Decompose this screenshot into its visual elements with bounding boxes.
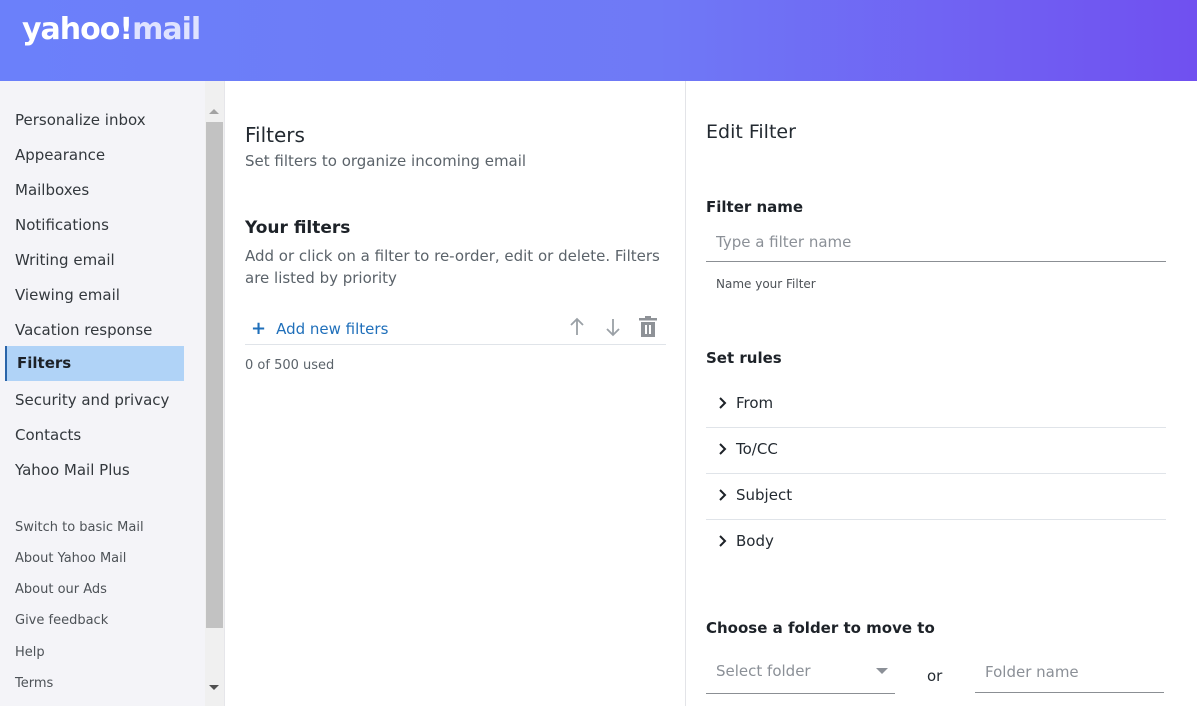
link-switch-basic-mail[interactable]: Switch to basic Mail bbox=[15, 519, 144, 537]
sidebar-item-filters[interactable]: Filters bbox=[5, 346, 184, 381]
sidebar-item-vacation-response[interactable]: Vacation response bbox=[5, 313, 184, 348]
rule-to-cc[interactable]: To/CC bbox=[706, 428, 1166, 474]
sidebar-item-personalize-inbox[interactable]: Personalize inbox bbox=[5, 103, 184, 138]
rule-body[interactable]: Body bbox=[706, 520, 1166, 566]
settings-sidebar: Personalize inbox Appearance Mailboxes N… bbox=[0, 81, 205, 706]
logo-yahoo-text: yahoo! bbox=[22, 12, 133, 47]
rule-from-label: From bbox=[736, 394, 774, 412]
chevron-right-icon bbox=[719, 489, 727, 501]
or-separator: or bbox=[927, 667, 943, 685]
plus-icon: + bbox=[251, 318, 267, 339]
scroll-up-arrow-icon[interactable] bbox=[209, 109, 219, 114]
chevron-right-icon bbox=[719, 535, 727, 547]
filters-subtitle: Set filters to organize incoming email bbox=[245, 152, 527, 170]
sidebar-item-viewing-email[interactable]: Viewing email bbox=[5, 278, 184, 313]
filter-actions-row: + Add new filters bbox=[245, 314, 666, 345]
rule-body-label: Body bbox=[736, 532, 774, 550]
sidebar-item-mailboxes[interactable]: Mailboxes bbox=[5, 173, 184, 208]
link-terms[interactable]: Terms bbox=[15, 675, 53, 693]
link-give-feedback[interactable]: Give feedback bbox=[15, 612, 108, 630]
link-help[interactable]: Help bbox=[15, 644, 45, 662]
sidebar-scrollbar[interactable] bbox=[205, 81, 224, 706]
chevron-right-icon bbox=[719, 443, 727, 455]
sidebar-item-notifications[interactable]: Notifications bbox=[5, 208, 184, 243]
filter-name-label: Filter name bbox=[706, 198, 804, 216]
logo-mail-text: mail bbox=[132, 12, 201, 47]
edit-filter-title: Edit Filter bbox=[706, 121, 796, 143]
select-folder-placeholder: Select folder bbox=[716, 662, 811, 680]
dropdown-caret-icon bbox=[876, 668, 888, 674]
link-about-yahoo-mail[interactable]: About Yahoo Mail bbox=[15, 550, 126, 568]
filter-name-input[interactable] bbox=[706, 222, 1166, 262]
chevron-right-icon bbox=[719, 397, 727, 409]
choose-folder-label: Choose a folder to move to bbox=[706, 619, 935, 637]
rule-subject-label: Subject bbox=[736, 486, 793, 504]
trash-icon bbox=[639, 316, 657, 337]
folder-name-input[interactable] bbox=[975, 651, 1164, 693]
add-new-filters-button[interactable]: + Add new filters bbox=[251, 318, 388, 339]
filters-title: Filters bbox=[245, 123, 305, 147]
rule-subject[interactable]: Subject bbox=[706, 474, 1166, 520]
yahoo-mail-logo[interactable]: yahoo!mail bbox=[22, 10, 201, 50]
sidebar-item-appearance[interactable]: Appearance bbox=[5, 138, 184, 173]
sidebar-item-writing-email[interactable]: Writing email bbox=[5, 243, 184, 278]
edit-filter-panel: Edit Filter Filter name Name your Filter… bbox=[686, 81, 1197, 706]
delete-filter-button[interactable] bbox=[636, 314, 660, 340]
arrow-up-icon bbox=[570, 317, 584, 335]
filters-panel: Filters Set filters to organize incoming… bbox=[224, 81, 685, 706]
select-folder-dropdown[interactable]: Select folder bbox=[706, 653, 895, 694]
sidebar-item-yahoo-mail-plus[interactable]: Yahoo Mail Plus bbox=[5, 453, 184, 488]
filter-name-helper: Name your Filter bbox=[716, 277, 816, 291]
scroll-down-arrow-icon[interactable] bbox=[209, 685, 219, 690]
app-header: yahoo!mail bbox=[0, 0, 1197, 81]
link-about-ads[interactable]: About our Ads bbox=[15, 581, 107, 599]
set-rules-label: Set rules bbox=[706, 349, 782, 367]
filters-usage-count: 0 of 500 used bbox=[245, 358, 335, 373]
your-filters-description: Add or click on a filter to re-order, ed… bbox=[245, 247, 660, 287]
scrollbar-thumb[interactable] bbox=[206, 122, 223, 628]
move-up-button[interactable] bbox=[565, 314, 589, 340]
sidebar-item-contacts[interactable]: Contacts bbox=[5, 418, 184, 453]
rule-from[interactable]: From bbox=[706, 382, 1166, 428]
move-down-button[interactable] bbox=[601, 314, 625, 340]
sidebar-item-security-privacy[interactable]: Security and privacy bbox=[5, 383, 184, 418]
your-filters-heading: Your filters bbox=[245, 218, 351, 238]
add-new-filters-label: Add new filters bbox=[276, 320, 389, 338]
arrow-down-icon bbox=[606, 319, 620, 337]
rule-to-cc-label: To/CC bbox=[736, 440, 778, 458]
